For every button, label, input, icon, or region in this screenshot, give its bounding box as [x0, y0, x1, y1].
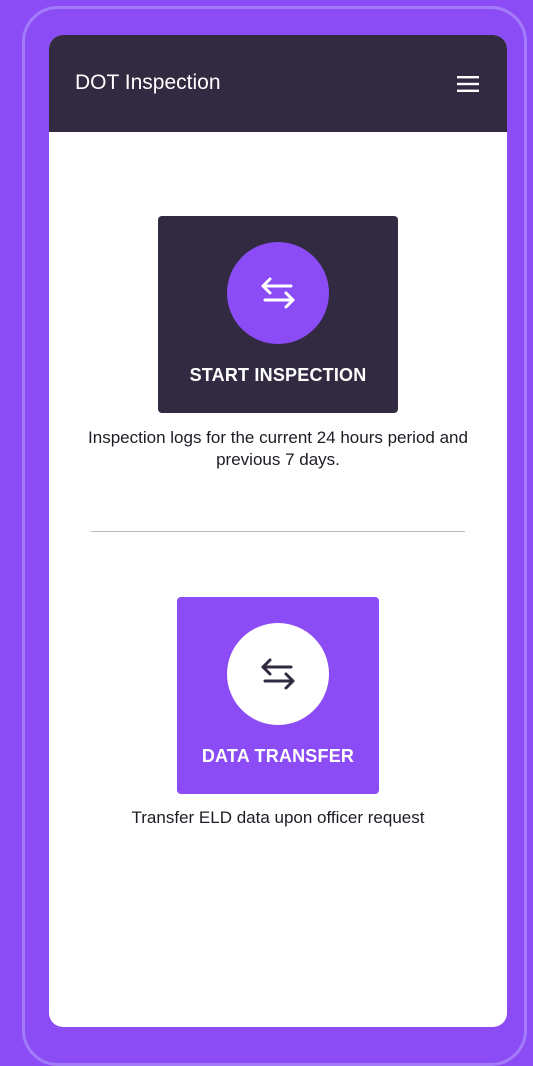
start-inspection-description: Inspection logs for the current 24 hours…: [88, 428, 468, 469]
app-bar: DOT Inspection: [49, 35, 507, 132]
data-transfer-label: DATA TRANSFER: [201, 746, 355, 766]
data-transfer-button[interactable]: DATA TRANSFER: [177, 597, 379, 794]
data-transfer-icon-circle: [227, 623, 329, 725]
swap-arrows-icon: [261, 658, 295, 690]
app-screen: DOT Inspection START INSPECTION Inspecti…: [49, 35, 507, 1027]
app-title: DOT Inspection: [75, 71, 221, 94]
data-transfer-description: Transfer ELD data upon officer request: [131, 808, 425, 827]
menu-button[interactable]: [451, 71, 483, 97]
start-inspection-icon-circle: [227, 242, 329, 344]
swap-arrows-icon: [261, 277, 295, 309]
start-inspection-button[interactable]: START INSPECTION: [158, 216, 398, 413]
hamburger-menu-icon: [457, 76, 479, 92]
section-divider: [91, 531, 465, 532]
start-inspection-label: START INSPECTION: [189, 365, 367, 385]
